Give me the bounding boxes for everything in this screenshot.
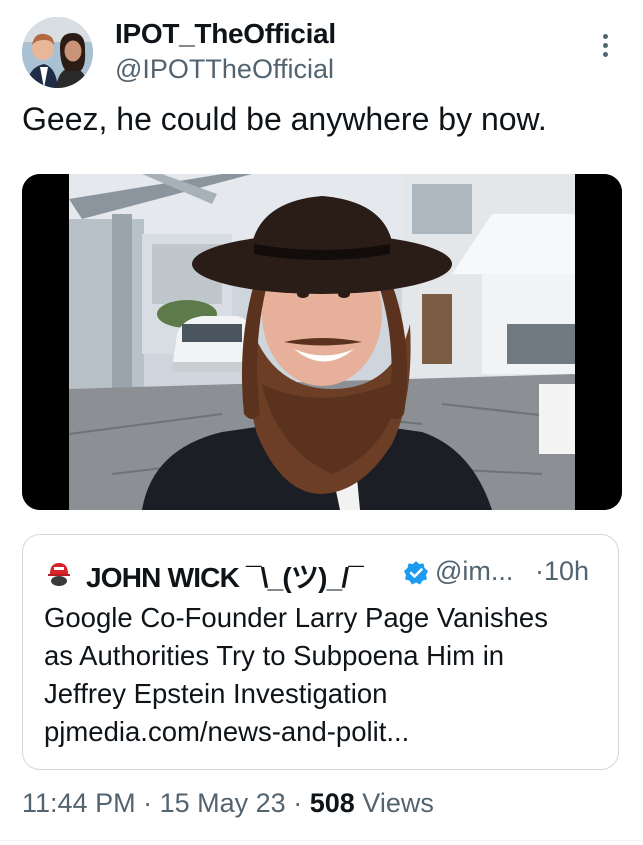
quoted-timestamp[interactable]: ·10h [535, 556, 589, 587]
quoted-time: 10h [544, 556, 590, 586]
quoted-tweet-card[interactable]: JOHN WICK ¯\_(ツ)_/¯ @im... ·10h Google C… [22, 534, 619, 770]
media-photo [22, 174, 622, 510]
tweet-time[interactable]: 11:44 PM [22, 788, 136, 818]
tweet-media-image[interactable] [22, 174, 622, 510]
time-separator: · [535, 556, 544, 586]
tweet-date[interactable]: 15 May 23 [160, 788, 286, 818]
avatar-photo [22, 17, 93, 88]
views-label: Views [362, 788, 434, 818]
author-avatar[interactable] [22, 17, 93, 88]
quoted-text-line: Google Co-Founder Larry Page Vanishes [44, 602, 548, 633]
meta-separator: · [143, 788, 153, 818]
author-display-name[interactable]: IPOT_TheOfficial [115, 18, 336, 50]
divider [0, 840, 643, 841]
quoted-text: Google Co-Founder Larry Page Vanishes as… [44, 599, 604, 751]
quoted-text-line: as Authorities Try to Subpoena Him in [44, 640, 505, 671]
tweet-meta: 11:44 PM · 15 May 23 · 508 Views [22, 788, 434, 819]
quoted-handle[interactable]: @im... [435, 556, 513, 587]
author-handle[interactable]: @IPOTTheOfficial [115, 54, 334, 85]
verified-badge-icon [404, 561, 428, 585]
more-options-icon[interactable] [598, 34, 612, 60]
quoted-link-text: pjmedia.com/news-and-polit... [44, 716, 410, 747]
red-cap-avatar-icon [48, 563, 70, 586]
views-count: 508 [309, 788, 355, 818]
meta-separator: · [293, 788, 303, 818]
tweet-text: Geez, he could be anywhere by now. [22, 101, 547, 137]
quoted-display-name[interactable]: JOHN WICK ¯\_(ツ)_/¯ [86, 556, 364, 596]
quoted-text-line: Jeffrey Epstein Investigation [44, 678, 388, 709]
